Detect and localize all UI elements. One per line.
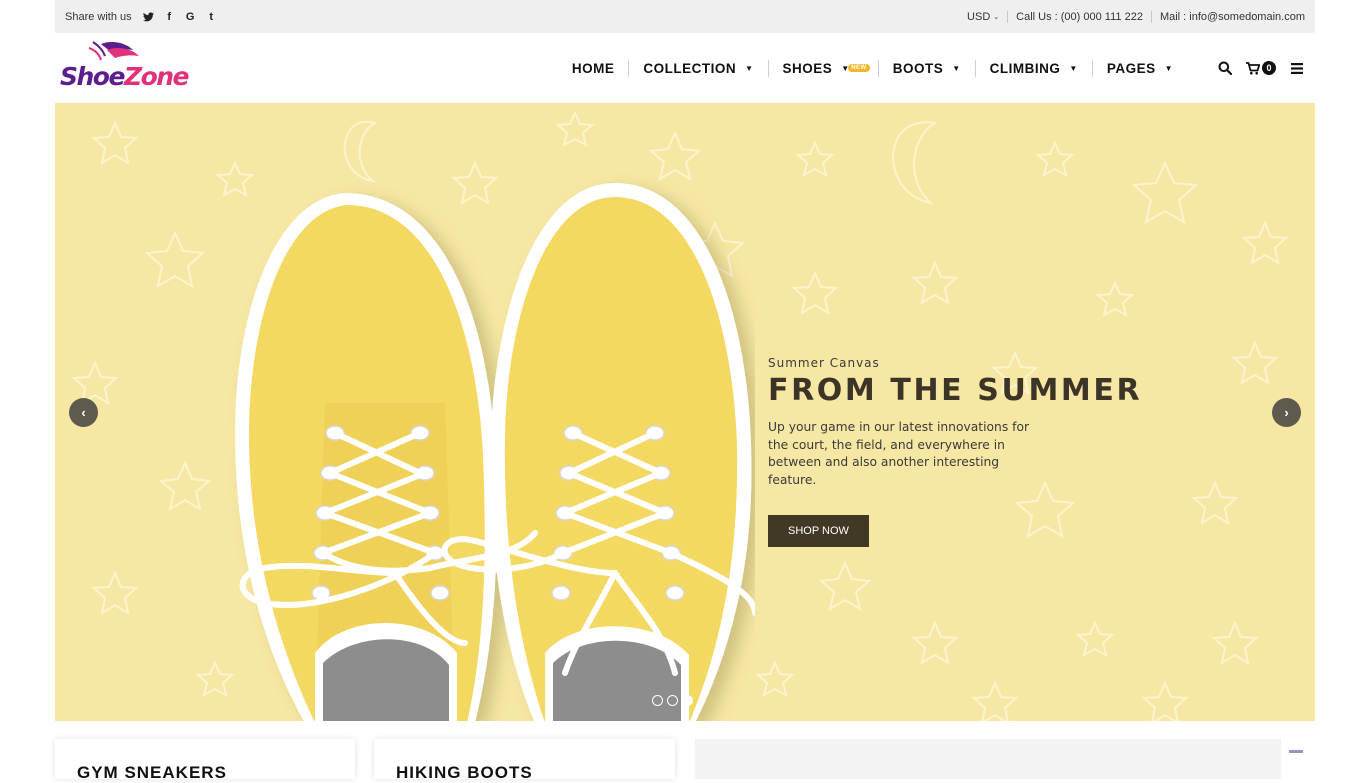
chevron-right-icon: › [1284,405,1289,420]
nav-item-shoes[interactable]: SHOES ▼ NEW [769,34,870,102]
card-title: HIKING BOOTS [396,763,533,782]
menu-icon[interactable] [1279,62,1315,74]
tumblr-icon[interactable]: t [201,11,222,23]
caret-down-icon: ▼ [1164,63,1173,73]
slider-dot-2[interactable] [667,695,678,706]
nav-item-pages[interactable]: PAGES ▼ [1093,34,1187,102]
slider-prev-button[interactable]: ‹ [69,398,98,427]
top-bar: Share with us f G t USD ⌄ Call Us : (00)… [55,0,1315,33]
facebook-icon[interactable]: f [159,11,180,23]
hero-title: FROM THE SUMMER [768,373,1143,408]
category-card[interactable]: HIKING BOOTS [374,739,675,782]
caret-down-icon: ▼ [1069,63,1078,73]
slider-dots [652,695,693,706]
category-image-card[interactable] [695,739,1281,779]
shop-now-button[interactable]: SHOP NOW [768,515,869,547]
main-header: ShoeZone HOME COLLECTION ▼ SHOES ▼ NEW BOOT… [55,34,1315,102]
divider [1150,10,1152,23]
slider-next-button[interactable]: › [1272,398,1301,427]
nav-item-collection[interactable]: COLLECTION ▼ [629,34,767,102]
main-nav: HOME COLLECTION ▼ SHOES ▼ NEW BOOTS ▼ CLIMBI… [558,34,1315,102]
logo-text: ShoeZone [60,62,190,91]
contact-section: USD ⌄ Call Us : (00) 000 111 222 Mail : … [967,10,1305,23]
share-section: Share with us f G t [65,11,222,23]
search-icon[interactable] [1207,61,1243,75]
new-badge: NEW [848,64,870,72]
caret-down-icon: ▼ [745,63,754,73]
mail-link[interactable]: Mail : info@somedomain.com [1160,11,1305,23]
call-us-text: Call Us : (00) 000 111 222 [1016,10,1143,23]
header-tools: 0 [1207,61,1315,75]
side-indicator [1289,750,1303,753]
nav-item-boots[interactable]: BOOTS ▼ [879,34,975,102]
hero-shoes-image [235,183,755,721]
nav-item-home[interactable]: HOME [558,34,629,102]
currency-selector[interactable]: USD ⌄ [967,11,999,23]
slider-dot-3[interactable] [682,695,693,706]
chevron-left-icon: ‹ [81,405,86,420]
currency-value: USD [967,10,991,23]
hero-caption: Summer Canvas FROM THE SUMMER Up your ga… [768,356,1143,547]
share-label: Share with us [65,10,132,23]
slider-dot-1[interactable] [652,695,663,706]
cart-button[interactable]: 0 [1243,61,1279,75]
google-icon[interactable]: G [180,11,201,23]
category-card[interactable]: GYM SNEAKERS [55,739,355,782]
hero-slider: Summer Canvas FROM THE SUMMER Up your ga… [55,103,1315,721]
caret-down-icon: ▼ [952,63,961,73]
hero-subtitle: Summer Canvas [768,356,880,370]
chevron-down-icon: ⌄ [993,13,1000,21]
category-cards: GYM SNEAKERS HIKING BOOTS [55,739,1315,782]
nav-item-climbing[interactable]: CLIMBING ▼ [976,34,1092,102]
card-title: GYM SNEAKERS [77,763,227,782]
cart-count-badge: 0 [1262,61,1276,75]
divider [1007,10,1009,23]
cart-icon [1246,61,1260,74]
hero-description: Up your game in our latest innovations f… [768,420,1030,487]
logo[interactable]: ShoeZone [59,34,209,102]
twitter-icon[interactable] [138,11,159,22]
